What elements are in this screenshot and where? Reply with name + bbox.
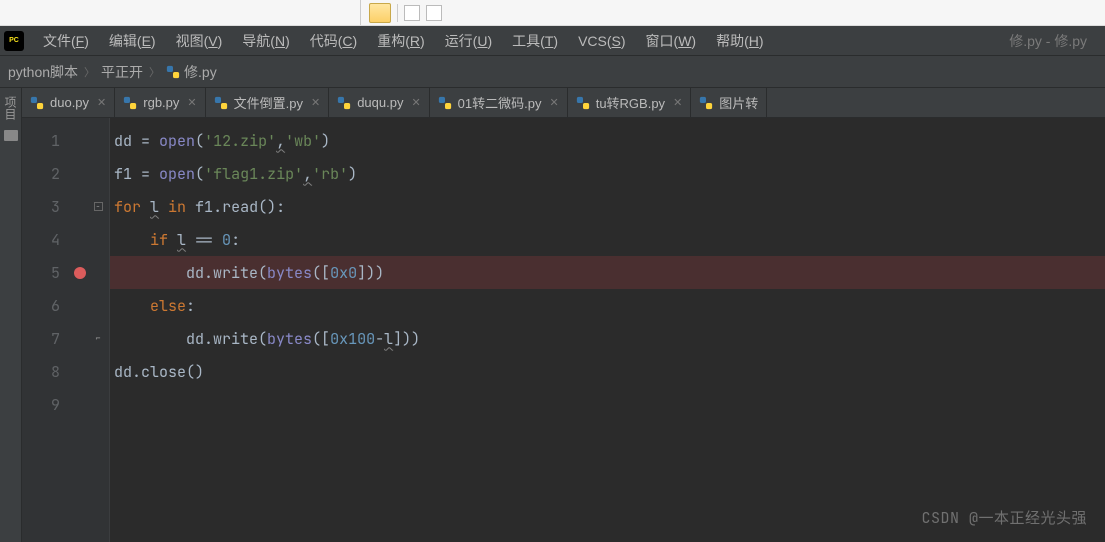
menu-help[interactable]: 帮助(H) <box>707 27 772 55</box>
tab-duo[interactable]: duo.py ✕ <box>22 88 115 117</box>
tab-label: duqu.py <box>357 95 403 110</box>
code-line[interactable]: dd.write(bytes([0x100-l])) <box>110 322 1105 355</box>
close-icon[interactable]: ✕ <box>673 96 682 109</box>
chevron-right-icon: 〉 <box>149 64 160 80</box>
line-number: 8 <box>22 362 70 382</box>
line-number: 7 <box>22 329 70 349</box>
code-line[interactable]: dd = open('12.zip','wb') <box>110 124 1105 157</box>
external-button <box>426 5 442 21</box>
tab-file-reverse[interactable]: 文件倒置.py ✕ <box>206 88 330 117</box>
code-lines[interactable]: dd = open('12.zip','wb') f1 = open('flag… <box>110 118 1105 542</box>
python-file-icon <box>166 65 180 79</box>
line-number: 1 <box>22 131 70 151</box>
menu-run[interactable]: 运行(U) <box>436 27 501 55</box>
menu-edit[interactable]: 编辑(E) <box>100 27 165 55</box>
tab-label: 文件倒置.py <box>234 93 303 112</box>
menubar: PC 文件(F) 编辑(E) 视图(V) 导航(N) 代码(C) 重构(R) 运… <box>0 26 1105 56</box>
window-title: 修.py - 修.py <box>1009 31 1101 51</box>
editor-tabs: duo.py ✕ rgb.py ✕ 文件倒置.py ✕ duqu.py ✕ 01… <box>22 88 1105 118</box>
watermark: CSDN @一本正经光头强 <box>921 507 1087 528</box>
folder-icon <box>4 130 18 141</box>
external-button <box>404 5 420 21</box>
tab-label: 01转二微码.py <box>458 93 542 112</box>
python-file-icon <box>337 96 351 110</box>
separator <box>397 4 398 22</box>
line-number: 2 <box>22 164 70 184</box>
editor: duo.py ✕ rgb.py ✕ 文件倒置.py ✕ duqu.py ✕ 01… <box>22 88 1105 542</box>
pycharm-logo-icon: PC <box>4 31 24 51</box>
code-area[interactable]: 1 2 3 − 4 5 6 7 ⌐ 8 9 dd = open('12.zip','… <box>22 118 1105 542</box>
python-file-icon <box>576 96 590 110</box>
tab-tu-rgb[interactable]: tu转RGB.py ✕ <box>568 88 692 117</box>
project-tool-button[interactable]: 项目 <box>0 88 22 542</box>
breadcrumb-item[interactable]: 修.py <box>166 62 217 82</box>
workarea: 项目 duo.py ✕ rgb.py ✕ 文件倒置.py ✕ duqu <box>0 88 1105 542</box>
tab-label: rgb.py <box>143 95 179 110</box>
gutter[interactable]: 1 2 3 − 4 5 6 7 ⌐ 8 9 <box>22 118 110 542</box>
line-number: 6 <box>22 296 70 316</box>
python-file-icon <box>438 96 452 110</box>
line-number: 4 <box>22 230 70 250</box>
menu-navigate[interactable]: 导航(N) <box>233 27 298 55</box>
close-icon[interactable]: ✕ <box>549 96 558 109</box>
menu-tools[interactable]: 工具(T) <box>503 27 567 55</box>
close-icon[interactable]: ✕ <box>411 96 420 109</box>
menu-view[interactable]: 视图(V) <box>167 27 232 55</box>
breadcrumb-file: 修.py <box>184 62 217 82</box>
python-file-icon <box>214 96 228 110</box>
code-line[interactable]: if l == 0: <box>110 223 1105 256</box>
external-paste-group <box>360 0 640 25</box>
code-line[interactable] <box>110 388 1105 421</box>
paste-icon <box>369 3 391 23</box>
project-label: 项目 <box>2 96 19 120</box>
tab-rgb[interactable]: rgb.py ✕ <box>115 88 205 117</box>
tab-image-convert[interactable]: 图片转 <box>691 88 767 117</box>
menu-code[interactable]: 代码(C) <box>301 27 366 55</box>
tab-duqu[interactable]: duqu.py ✕ <box>329 88 429 117</box>
menu-refactor[interactable]: 重构(R) <box>368 27 433 55</box>
close-icon[interactable]: ✕ <box>187 96 196 109</box>
breadcrumb: python脚本 〉 平正开 〉 修.py <box>0 56 1105 88</box>
menu-window[interactable]: 窗口(W) <box>637 27 706 55</box>
code-line[interactable]: else: <box>110 289 1105 322</box>
external-toolbar <box>0 0 1105 26</box>
code-line[interactable]: for l in f1.read(): <box>110 190 1105 223</box>
close-icon[interactable]: ✕ <box>97 96 106 109</box>
breadcrumb-item[interactable]: python脚本 <box>8 62 78 82</box>
python-file-icon <box>123 96 137 110</box>
close-icon[interactable]: ✕ <box>311 96 320 109</box>
python-file-icon <box>30 96 44 110</box>
chevron-right-icon: 〉 <box>84 64 95 80</box>
breadcrumb-item[interactable]: 平正开 <box>101 62 143 82</box>
line-number: 3 <box>22 197 70 217</box>
code-line[interactable]: f1 = open('flag1.zip','rb') <box>110 157 1105 190</box>
code-line[interactable]: dd.write(bytes([0x0])) <box>110 256 1105 289</box>
tab-label: 图片转 <box>719 93 758 112</box>
line-number: 5 <box>22 263 70 283</box>
line-number: 9 <box>22 395 70 415</box>
tab-label: tu转RGB.py <box>596 93 665 112</box>
menu-file[interactable]: 文件(F) <box>34 27 98 55</box>
python-file-icon <box>699 96 713 110</box>
fold-icon[interactable]: − <box>90 202 106 211</box>
menu-vcs[interactable]: VCS(S) <box>569 29 634 53</box>
fold-end-icon[interactable]: ⌐ <box>90 334 106 343</box>
breakpoint-icon[interactable] <box>70 267 90 279</box>
tab-label: duo.py <box>50 95 89 110</box>
code-line[interactable]: dd.close() <box>110 355 1105 388</box>
tab-01bin[interactable]: 01转二微码.py ✕ <box>430 88 568 117</box>
